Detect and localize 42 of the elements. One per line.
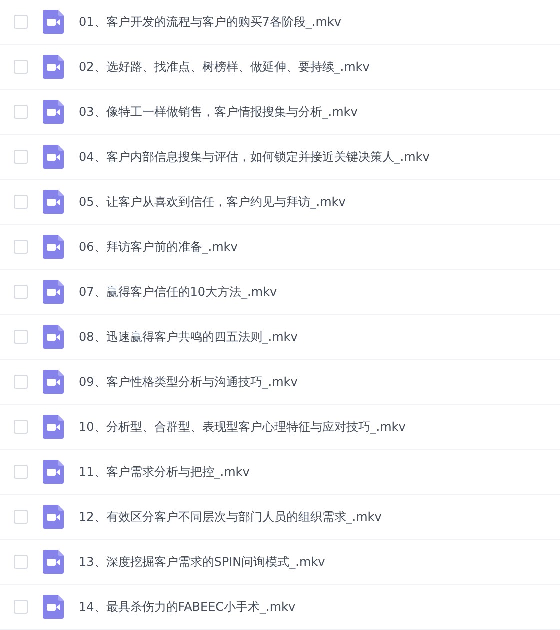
video-file-icon <box>43 550 64 574</box>
video-file-icon <box>43 460 64 484</box>
checkbox[interactable] <box>14 15 28 29</box>
video-file-icon <box>43 10 64 34</box>
video-file-icon <box>43 505 64 529</box>
video-file-icon <box>43 145 64 169</box>
file-name[interactable]: 14、最具杀伤力的FABEEC小手术_.mkv <box>79 598 296 616</box>
checkbox[interactable] <box>14 330 28 344</box>
video-file-icon <box>43 325 64 349</box>
checkbox[interactable] <box>14 420 28 434</box>
checkbox[interactable] <box>14 240 28 254</box>
file-name[interactable]: 02、选好路、找准点、树榜样、做延伸、要持续_.mkv <box>79 58 370 76</box>
checkbox[interactable] <box>14 150 28 164</box>
checkbox[interactable] <box>14 375 28 389</box>
checkbox[interactable] <box>14 60 28 74</box>
checkbox[interactable] <box>14 465 28 479</box>
video-file-icon <box>43 190 64 214</box>
video-file-icon <box>43 235 64 259</box>
file-name[interactable]: 03、像特工一样做销售，客户情报搜集与分析_.mkv <box>79 104 358 120</box>
file-name[interactable]: 04、客户内部信息搜集与评估，如何锁定并接近关键决策人_.mkv <box>79 148 430 166</box>
video-file-icon <box>43 55 64 79</box>
file-name[interactable]: 05、让客户从喜欢到信任，客户约见与拜访_.mkv <box>79 194 346 210</box>
checkbox[interactable] <box>14 105 28 119</box>
file-name[interactable]: 08、迅速赢得客户共鸣的四五法则_.mkv <box>79 328 298 346</box>
video-file-icon <box>43 100 64 124</box>
file-name[interactable]: 11、客户需求分析与把控_.mkv <box>79 464 250 480</box>
file-name[interactable]: 07、赢得客户信任的10大方法_.mkv <box>79 284 278 300</box>
video-file-icon <box>43 370 64 394</box>
checkbox[interactable] <box>14 195 28 209</box>
file-name[interactable]: 01、客户开发的流程与客户的购买7各阶段_.mkv <box>79 14 342 30</box>
file-name[interactable]: 12、有效区分客户不同层次与部门人员的组织需求_.mkv <box>79 508 382 526</box>
file-name[interactable]: 10、分析型、合群型、表现型客户心理特征与应对技巧_.mkv <box>79 418 406 436</box>
checkbox[interactable] <box>14 510 28 524</box>
file-name[interactable]: 09、客户性格类型分析与沟通技巧_.mkv <box>79 374 298 390</box>
checkbox[interactable] <box>14 285 28 299</box>
file-name[interactable]: 06、拜访客户前的准备_.mkv <box>79 238 238 256</box>
checkbox[interactable] <box>14 555 28 569</box>
video-file-icon <box>43 595 64 619</box>
checkbox[interactable] <box>14 600 28 614</box>
file-name[interactable]: 13、深度挖掘客户需求的SPIN问询模式_.mkv <box>79 554 326 570</box>
video-file-icon <box>43 280 64 304</box>
video-file-icon <box>43 415 64 439</box>
